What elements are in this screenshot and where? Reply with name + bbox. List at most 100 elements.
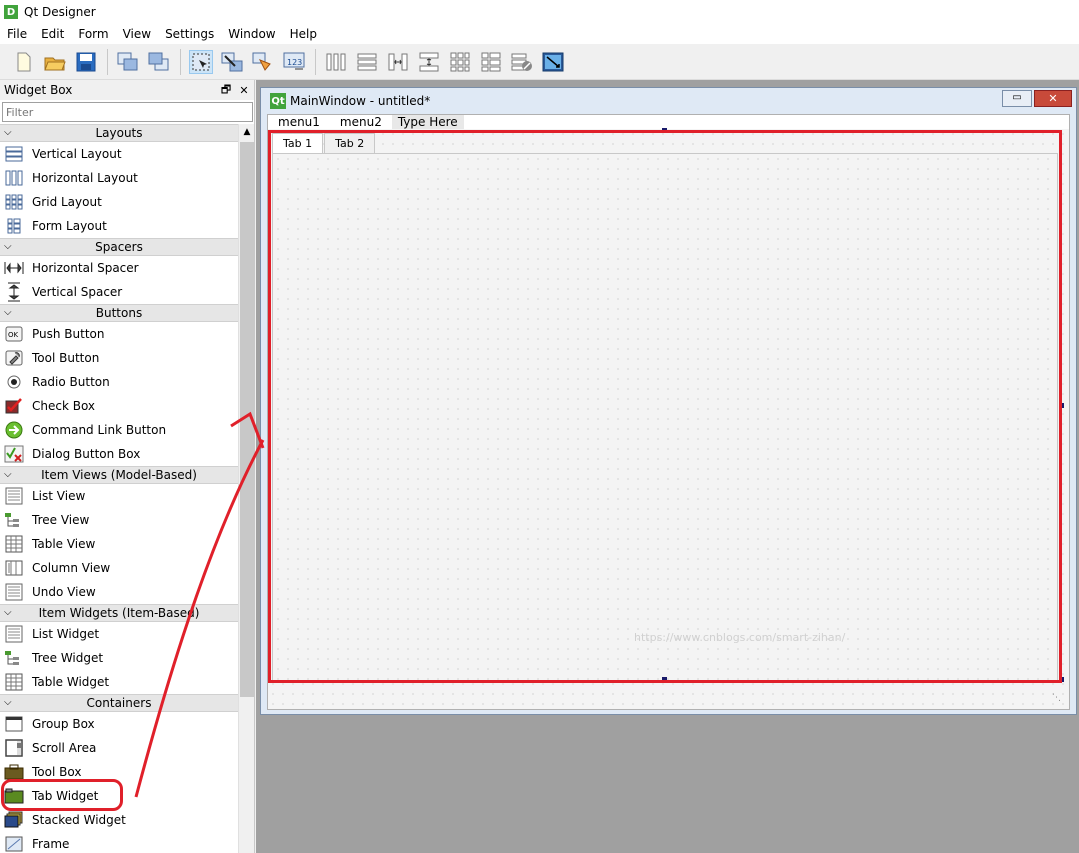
- form-canvas[interactable]: menu1 menu2 Type Here Tab 1 Tab 2 ⋱: [267, 114, 1070, 710]
- selection-handle[interactable]: [1059, 403, 1064, 408]
- type-here-placeholder[interactable]: Type Here: [391, 115, 464, 129]
- category-buttons[interactable]: ⌵ Buttons: [0, 304, 238, 322]
- menu-help[interactable]: Help: [285, 27, 322, 41]
- widget-tool-button[interactable]: Tool Button: [0, 346, 238, 370]
- menu-settings[interactable]: Settings: [160, 27, 219, 41]
- category-item-views[interactable]: ⌵ Item Views (Model-Based): [0, 466, 238, 484]
- widget-group-box[interactable]: Group Box: [0, 712, 238, 736]
- scrollbar-thumb[interactable]: [240, 142, 254, 697]
- widget-push-button[interactable]: OK Push Button: [0, 322, 238, 346]
- list-widget-icon: [4, 625, 24, 643]
- widget-scroll-area[interactable]: Scroll Area: [0, 736, 238, 760]
- menu-window[interactable]: Window: [223, 27, 280, 41]
- selection-handle[interactable]: [662, 128, 667, 133]
- widget-undo-view[interactable]: Undo View: [0, 580, 238, 604]
- menu-form[interactable]: Form: [73, 27, 113, 41]
- widget-label: Table Widget: [32, 675, 110, 689]
- widget-form-layout[interactable]: Form Layout: [0, 214, 238, 238]
- chevron-down-icon: ⌵: [4, 241, 12, 252]
- break-layout-icon[interactable]: [510, 50, 534, 74]
- form-window-titlebar[interactable]: Qt MainWindow - untitled* ▭ ✕: [261, 88, 1076, 114]
- widget-vertical-layout[interactable]: Vertical Layout: [0, 142, 238, 166]
- menu-edit[interactable]: Edit: [36, 27, 69, 41]
- layout-horizontal-icon[interactable]: [324, 50, 348, 74]
- widget-table-view[interactable]: Table View: [0, 532, 238, 556]
- layout-h-splitter-icon[interactable]: [386, 50, 410, 74]
- widget-list-widget[interactable]: List Widget: [0, 622, 238, 646]
- push-button-icon: OK: [4, 325, 24, 343]
- tree-view-icon: [4, 511, 24, 529]
- widget-box-scrollbar[interactable]: ▲: [238, 124, 254, 853]
- selection-handle[interactable]: [1059, 677, 1064, 682]
- widget-box-header: Widget Box 🗗 ✕: [0, 80, 254, 100]
- grid-layout-icon: [4, 193, 24, 211]
- app-title: Qt Designer: [24, 5, 96, 19]
- widget-label: Form Layout: [32, 219, 107, 233]
- edit-widgets-icon[interactable]: [189, 49, 213, 74]
- dialog-button-box-icon: [4, 445, 24, 463]
- widget-stacked-widget[interactable]: Stacked Widget: [0, 808, 238, 832]
- check-box-icon: [4, 397, 24, 415]
- form-window[interactable]: Qt MainWindow - untitled* ▭ ✕ menu1 menu…: [260, 87, 1077, 715]
- category-spacers[interactable]: ⌵ Spacers: [0, 238, 238, 256]
- edit-signals-slots-icon[interactable]: [220, 50, 244, 74]
- adjust-size-icon[interactable]: [541, 50, 565, 74]
- form-menu-1[interactable]: menu1: [268, 115, 330, 129]
- tab-1[interactable]: Tab 1: [272, 133, 324, 153]
- selection-handle[interactable]: [662, 677, 667, 682]
- edit-buddies-icon[interactable]: [251, 50, 275, 74]
- layout-vertical-icon[interactable]: [355, 50, 379, 74]
- widget-label: Horizontal Layout: [32, 171, 138, 185]
- save-form-icon[interactable]: [74, 50, 98, 74]
- layout-v-splitter-icon[interactable]: [417, 50, 441, 74]
- new-form-icon[interactable]: [12, 50, 36, 74]
- widget-list-view[interactable]: List View: [0, 484, 238, 508]
- chevron-down-icon: ⌵: [4, 469, 12, 480]
- widget-radio-button[interactable]: Radio Button: [0, 370, 238, 394]
- send-to-back-icon[interactable]: [116, 50, 140, 74]
- resize-grip-icon[interactable]: ⋱: [1052, 693, 1061, 703]
- widget-command-link-button[interactable]: Command Link Button: [0, 418, 238, 442]
- tab-2[interactable]: Tab 2: [324, 133, 376, 153]
- close-dock-icon[interactable]: ✕: [236, 84, 252, 97]
- edit-tab-order-icon[interactable]: 123: [282, 50, 306, 74]
- layout-grid-icon[interactable]: [448, 50, 472, 74]
- scroll-up-arrow-icon[interactable]: ▲: [239, 124, 254, 141]
- form-menubar: menu1 menu2 Type Here: [268, 115, 1069, 129]
- widget-vertical-spacer[interactable]: Vertical Spacer: [0, 280, 238, 304]
- widget-dialog-button-box[interactable]: Dialog Button Box: [0, 442, 238, 466]
- category-layouts[interactable]: ⌵ Layouts: [0, 124, 238, 142]
- chevron-down-icon: ⌵: [4, 607, 12, 618]
- horizontal-spacer-icon: [4, 259, 24, 277]
- layout-form-icon[interactable]: [479, 50, 503, 74]
- widget-table-widget[interactable]: Table Widget: [0, 670, 238, 694]
- widget-tool-box[interactable]: Tool Box: [0, 760, 238, 784]
- widget-horizontal-layout[interactable]: Horizontal Layout: [0, 166, 238, 190]
- bring-to-front-icon[interactable]: [147, 50, 171, 74]
- widget-grid-layout[interactable]: Grid Layout: [0, 190, 238, 214]
- open-form-icon[interactable]: [43, 50, 67, 74]
- table-widget-icon: [4, 673, 24, 691]
- menu-file[interactable]: File: [2, 27, 32, 41]
- category-containers[interactable]: ⌵ Containers: [0, 694, 238, 712]
- close-button[interactable]: ✕: [1034, 90, 1072, 107]
- widget-horizontal-spacer[interactable]: Horizontal Spacer: [0, 256, 238, 280]
- widget-check-box[interactable]: Check Box: [0, 394, 238, 418]
- menu-view[interactable]: View: [118, 27, 156, 41]
- widget-column-view[interactable]: Column View: [0, 556, 238, 580]
- category-item-widgets[interactable]: ⌵ Item Widgets (Item-Based): [0, 604, 238, 622]
- float-dock-icon[interactable]: 🗗: [218, 81, 234, 100]
- tab-page[interactable]: [272, 153, 1058, 683]
- widget-tree-view[interactable]: Tree View: [0, 508, 238, 532]
- widget-frame[interactable]: Frame: [0, 832, 238, 853]
- tab-widget[interactable]: Tab 1 Tab 2: [272, 133, 1064, 683]
- widget-tab-widget[interactable]: Tab Widget: [0, 784, 238, 808]
- minimize-button[interactable]: ▭: [1002, 90, 1032, 107]
- form-window-title: MainWindow - untitled*: [290, 94, 431, 108]
- widget-label: Tree Widget: [32, 651, 104, 665]
- form-menu-2[interactable]: menu2: [330, 115, 392, 129]
- widget-filter-input[interactable]: [2, 102, 253, 122]
- widget-label: Grid Layout: [32, 195, 102, 209]
- tab-widget-icon: [4, 787, 24, 805]
- widget-tree-widget[interactable]: Tree Widget: [0, 646, 238, 670]
